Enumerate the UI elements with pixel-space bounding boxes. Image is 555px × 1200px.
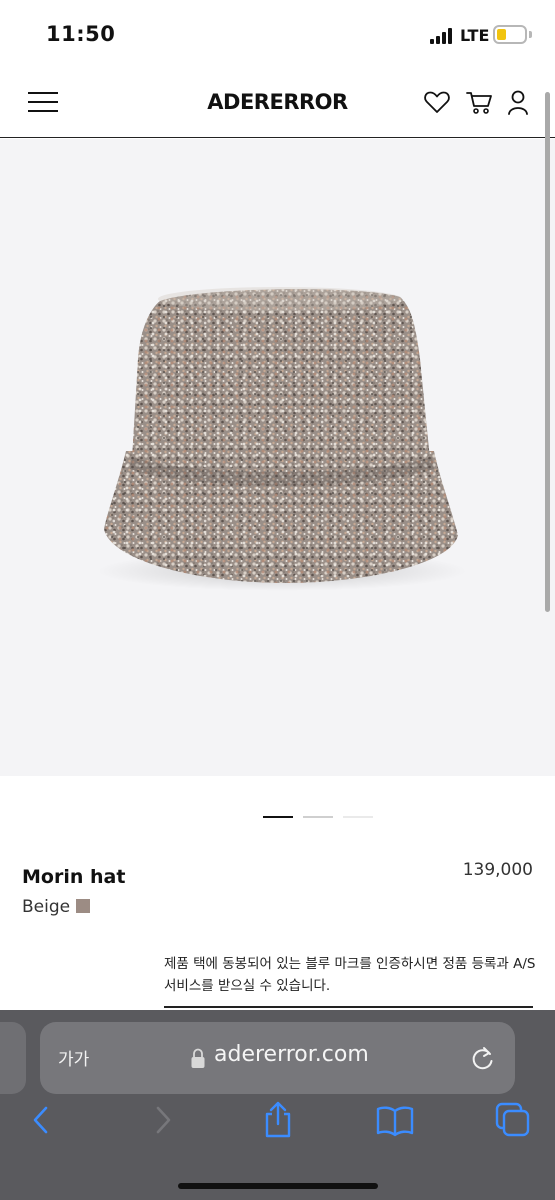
- product-color: Beige: [22, 897, 91, 917]
- home-indicator[interactable]: [178, 1183, 378, 1189]
- page-dot[interactable]: [303, 816, 333, 818]
- divider: [164, 1006, 533, 1008]
- site-header: ADERERROR: [0, 70, 555, 138]
- page-scrollbar[interactable]: [545, 92, 550, 612]
- authentication-note: 제품 택에 동봉되어 있는 블루 마크를 인증하시면 정품 등록과 A/S 서비…: [164, 956, 536, 994]
- status-bar: 11:50 LTE: [0, 0, 555, 70]
- address-bar[interactable]: 가가 adererror.com: [40, 1022, 515, 1094]
- previous-tab-preview[interactable]: [0, 1022, 26, 1094]
- page-dot[interactable]: [343, 816, 373, 818]
- user-icon[interactable]: [504, 88, 532, 116]
- browser-toolbar: [0, 1086, 555, 1156]
- product-image[interactable]: [0, 139, 555, 776]
- lock-icon: [191, 1048, 205, 1068]
- product-name: Morin hat: [22, 866, 126, 888]
- status-time: 11:50: [46, 22, 116, 46]
- color-swatch[interactable]: [76, 899, 91, 913]
- bookmarks-icon[interactable]: [375, 1100, 415, 1140]
- heart-icon[interactable]: [423, 88, 451, 116]
- reader-text-size-button[interactable]: 가가: [58, 1045, 89, 1070]
- back-icon[interactable]: [22, 1100, 62, 1140]
- cart-icon[interactable]: [465, 88, 493, 116]
- share-icon[interactable]: [258, 1100, 298, 1140]
- forward-icon[interactable]: [142, 1100, 182, 1140]
- url-text[interactable]: adererror.com: [214, 1042, 369, 1067]
- bucket-hat-photo: [97, 287, 467, 591]
- reload-icon[interactable]: [470, 1044, 496, 1072]
- signal-icon: [430, 28, 454, 44]
- color-name: Beige: [22, 897, 71, 917]
- page-dot-active[interactable]: [263, 816, 293, 818]
- network-label: LTE: [460, 26, 490, 45]
- tabs-icon[interactable]: [493, 1100, 533, 1140]
- battery-icon: [493, 25, 527, 44]
- product-price: 139,000: [462, 860, 533, 880]
